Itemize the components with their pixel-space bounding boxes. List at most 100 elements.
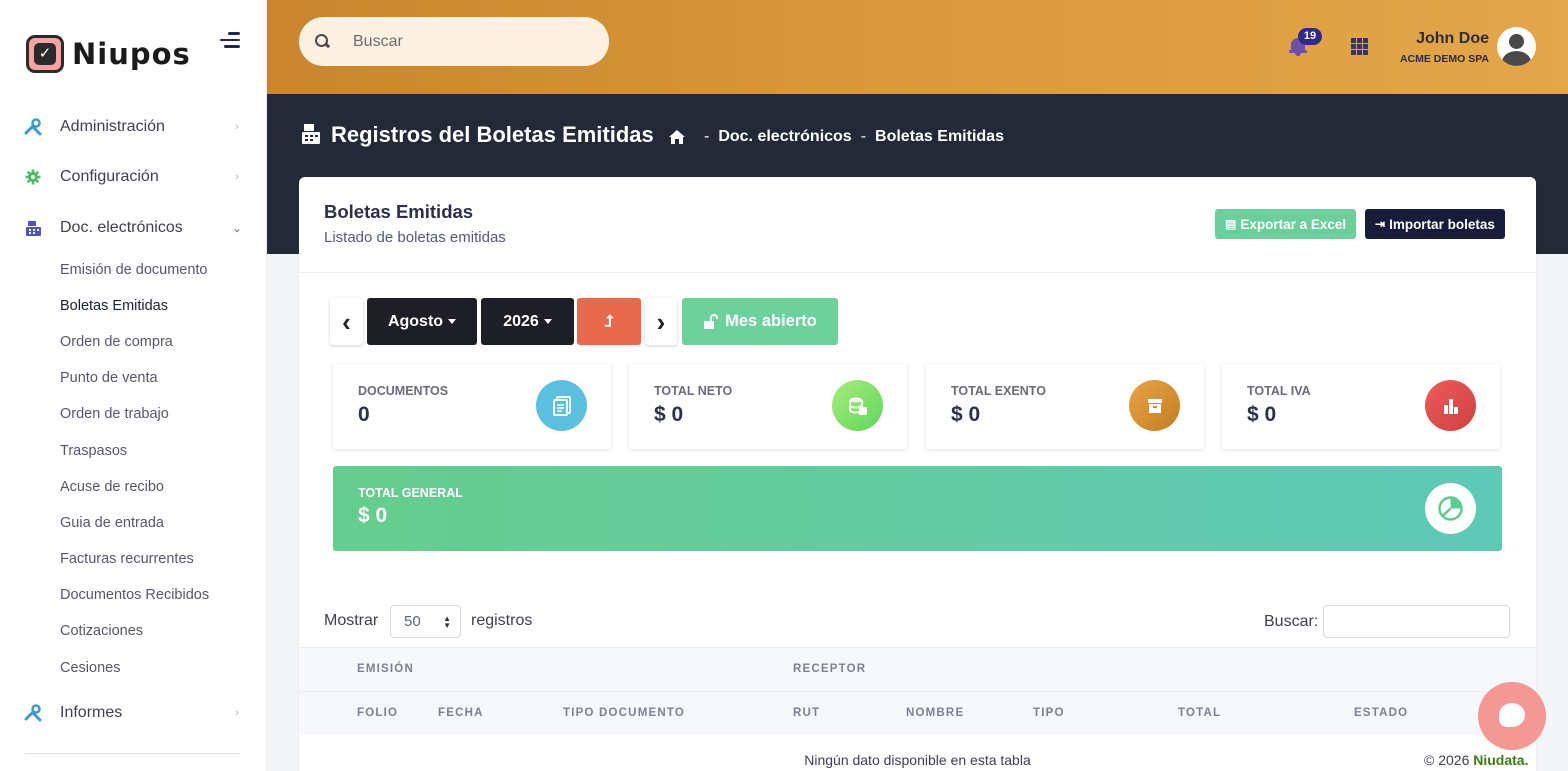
brand[interactable]: ✓ Niupos: [26, 34, 191, 74]
sidebar-item-label: Informes: [60, 704, 123, 721]
documents-icon: [536, 380, 587, 431]
column-header-estado[interactable]: ESTADO: [1354, 707, 1408, 719]
avatar[interactable]: [1497, 27, 1536, 66]
footer-copyright-text: © 2026: [1424, 752, 1470, 768]
chat-button[interactable]: [1478, 682, 1546, 750]
sidebar-subitem[interactable]: Guia de entrada: [60, 515, 164, 531]
menu-toggle-icon[interactable]: [220, 32, 242, 52]
tools-icon: [24, 118, 42, 136]
import-label: Importar boletas: [1389, 216, 1495, 232]
sidebar-subitem[interactable]: Cesiones: [60, 660, 120, 676]
tools-icon: [24, 704, 42, 722]
sidebar-item-label: Doc. electrónicos: [60, 219, 183, 236]
chevron-right-icon: ›: [235, 171, 239, 183]
sidebar-item-configuracion[interactable]: Configuración ›: [24, 164, 244, 190]
sidebar-subitem[interactable]: Punto de venta: [60, 370, 158, 386]
stat-card-total-neto: TOTAL NETO $ 0: [629, 364, 907, 449]
chevron-right-icon: ›: [656, 306, 666, 337]
total-general-card: TOTAL GENERAL $ 0: [333, 466, 1502, 551]
length-select[interactable]: 50 ▲ ▼: [390, 605, 461, 638]
chevron-left-icon: ‹: [342, 306, 351, 337]
caret-down-icon: [448, 319, 457, 324]
chevron-right-icon: ›: [235, 707, 239, 719]
stat-card-total-exento: TOTAL EXENTO $ 0: [926, 364, 1204, 449]
brand-name: Niupos: [72, 37, 191, 71]
upload-icon: ⮥: [604, 312, 614, 330]
main-card: Boletas Emitidas Listado de boletas emit…: [299, 177, 1536, 771]
table-group-header-row: EMISIÓN RECEPTOR: [299, 647, 1536, 691]
brand-logo-icon: ✓: [26, 35, 64, 73]
card-title: Boletas Emitidas: [324, 201, 474, 222]
column-header-rut[interactable]: RUT: [793, 707, 820, 719]
search-box[interactable]: [299, 17, 609, 66]
sidebar-item-doc-electronicos[interactable]: Doc. electrónicos ⌄: [24, 215, 244, 241]
stat-card-documentos: DOCUMENTOS 0: [333, 364, 611, 449]
length-suffix: registros: [471, 612, 533, 629]
home-icon[interactable]: [669, 130, 685, 144]
footer-copyright: © 2026 Niudata.: [1424, 752, 1528, 768]
sidebar-item-label: Administración: [60, 118, 165, 135]
sidebar-subitem[interactable]: Orden de trabajo: [60, 406, 169, 422]
sidebar-subitem[interactable]: Facturas recurrentes: [60, 551, 194, 567]
column-header-total[interactable]: TOTAL: [1178, 707, 1221, 719]
export-excel-label: Exportar a Excel: [1240, 216, 1347, 232]
search-input[interactable]: [353, 32, 593, 51]
user-company: ACME DEMO SPA: [1399, 53, 1489, 65]
file-excel-icon: ▤: [1225, 217, 1237, 231]
sidebar-subitem[interactable]: Cotizaciones: [60, 623, 143, 639]
total-general-value: $ 0: [358, 504, 388, 527]
stat-value: $ 0: [654, 403, 684, 426]
sidebar-subitem[interactable]: Acuse de recibo: [60, 479, 164, 495]
sidebar-subitem[interactable]: Emisión de documento: [60, 262, 208, 278]
sidebar-subitem[interactable]: Traspasos: [60, 443, 127, 459]
total-general-label: TOTAL GENERAL: [358, 486, 463, 500]
column-header-fecha[interactable]: FECHA: [438, 707, 484, 719]
sidebar-subitem[interactable]: Orden de compra: [60, 334, 173, 350]
stat-label: TOTAL NETO: [654, 384, 733, 398]
group-header-receptor: RECEPTOR: [793, 663, 867, 675]
file-import-icon: ⇥: [1375, 217, 1386, 231]
stat-value: 0: [358, 403, 370, 426]
month-status-button[interactable]: Mes abierto: [682, 298, 838, 345]
table-empty-message: Ningún dato disponible en esta tabla: [804, 752, 1031, 768]
user-name[interactable]: John Doe: [1416, 30, 1489, 48]
stat-label: DOCUMENTOS: [358, 384, 449, 398]
year-value: 2026: [503, 312, 539, 330]
next-month-button[interactable]: ›: [645, 298, 677, 345]
length-prefix: Mostrar: [324, 612, 379, 629]
length-value: 50: [404, 613, 421, 630]
year-dropdown[interactable]: 2026: [481, 298, 574, 345]
sidebar-subitem-active[interactable]: Boletas Emitidas: [60, 298, 168, 314]
column-header-nombre[interactable]: NOMBRE: [906, 707, 964, 719]
sort-arrows-icon: ▲ ▼: [443, 614, 451, 630]
month-dropdown[interactable]: Agosto: [367, 298, 477, 345]
import-button[interactable]: ⇥ Importar boletas: [1365, 209, 1505, 239]
sidebar-item-administracion[interactable]: Administración ›: [24, 114, 244, 140]
gear-icon: [24, 168, 42, 186]
pie-chart-icon: [1425, 483, 1476, 534]
sidebar: ✓ Niupos Administración › Configuración …: [0, 0, 267, 771]
column-header-tipo[interactable]: TIPO: [1033, 707, 1065, 719]
unlock-icon: [704, 314, 719, 329]
upload-button[interactable]: ⮥: [577, 298, 641, 345]
bar-chart-icon: [1425, 380, 1476, 431]
month-value: Agosto: [387, 312, 444, 330]
apps-grid-icon[interactable]: [1351, 38, 1368, 55]
export-excel-button[interactable]: ▤ Exportar a Excel: [1215, 209, 1357, 239]
column-header-folio[interactable]: FOLIO: [357, 707, 398, 719]
table-filter-input[interactable]: [1323, 605, 1510, 638]
card-divider: [299, 272, 1536, 273]
column-header-tipo-documento[interactable]: TIPO DOCUMENTO: [563, 707, 685, 719]
sidebar-subitem[interactable]: Documentos Recibidos: [60, 587, 209, 603]
sidebar-item-informes[interactable]: Informes ›: [24, 700, 244, 726]
sidebar-item-label: Configuración: [60, 168, 159, 185]
stat-value: $ 0: [1247, 403, 1277, 426]
breadcrumb-item[interactable]: Doc. electrónicos: [718, 128, 851, 146]
notification-badge: 19: [1298, 28, 1322, 45]
archive-icon: [1129, 380, 1180, 431]
stat-card-total-iva: TOTAL IVA $ 0: [1222, 364, 1500, 449]
chevron-right-icon: ›: [235, 121, 239, 133]
prev-month-button[interactable]: ‹: [330, 298, 363, 345]
footer-brand-link[interactable]: Niudata.: [1473, 752, 1528, 768]
chevron-down-icon: ⌄: [232, 222, 242, 235]
